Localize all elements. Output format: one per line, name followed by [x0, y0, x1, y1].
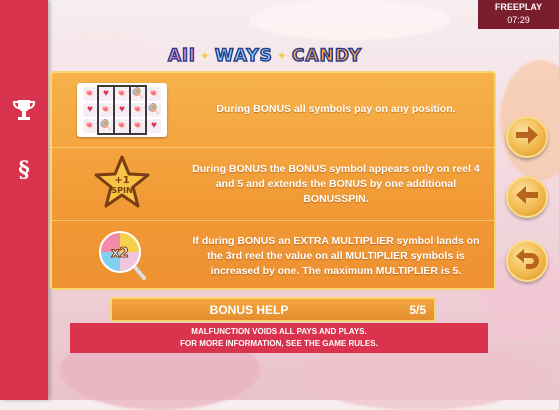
- reels-all-positions-icon: 🍬 ♥ 🍬 ♥ 🍬 🍭 🍬 ♥ 🍬 🍭 🍬 🍬 🍬 🍭 ♥: [77, 82, 167, 137]
- game-logo: All ✦ WAYS ✦ CANDY: [145, 44, 385, 68]
- rule-text: If during BONUS an EXTRA MULTIPLIER symb…: [192, 234, 480, 277]
- help-panel: 🍬 ♥ 🍬 ♥ 🍬 🍭 🍬 ♥ 🍬 🍭 🍬 🍬 🍬 🍭 ♥ During BONUS all sym…: [50, 71, 496, 290]
- multiplier-lollipop-icon: x2: [94, 226, 150, 287]
- star-icon: ✦: [199, 49, 211, 63]
- rule-text: During BONUS the BONUS symbol appears on…: [192, 162, 480, 205]
- return-button[interactable]: [506, 240, 548, 282]
- rule-text: During BONUS all symbols pay on any posi…: [216, 103, 456, 115]
- rule-row: x2 If during BONUS an EXTRA MULTIPLIER s…: [52, 220, 494, 291]
- help-page-bar: BONUS HELP 5/5: [110, 297, 436, 322]
- return-arrow-icon: [514, 247, 540, 276]
- trophy-button[interactable]: [0, 92, 48, 132]
- logo-word-3: CANDY: [291, 45, 363, 67]
- disclaimer-line-2: FOR MORE INFORMATION, SEE THE GAME RULES…: [180, 339, 378, 348]
- clock: 07:29: [507, 15, 530, 25]
- rules-section-button[interactable]: §: [0, 150, 48, 190]
- left-sidebar: §: [0, 0, 48, 400]
- bonus-spin-star-icon: +1 SPIN: [94, 155, 150, 214]
- page-indicator: 5/5: [409, 302, 426, 317]
- freeplay-info: FREEPLAY 07:29: [478, 0, 559, 29]
- help-title: BONUS HELP: [209, 302, 289, 317]
- logo-word-2: WAYS: [214, 45, 273, 67]
- logo-word-1: All: [167, 45, 196, 67]
- svg-text:x2: x2: [111, 246, 128, 261]
- next-page-button[interactable]: [506, 116, 548, 158]
- background-cloud: [250, 0, 450, 40]
- trophy-icon: [11, 97, 37, 128]
- disclaimer-line-1: MALFUNCTION VOIDS ALL PAYS AND PLAYS.: [191, 327, 367, 336]
- mode-label: FREEPLAY: [494, 2, 543, 12]
- section-icon: §: [18, 157, 30, 183]
- next-arrow-icon: [514, 124, 540, 151]
- previous-page-button[interactable]: [506, 176, 548, 218]
- rule-row: +1 SPIN During BONUS the BONUS symbol ap…: [52, 147, 494, 220]
- previous-arrow-icon: [514, 184, 540, 211]
- disclaimer: MALFUNCTION VOIDS ALL PAYS AND PLAYS. FO…: [70, 323, 488, 353]
- rule-row: 🍬 ♥ 🍬 ♥ 🍬 🍭 🍬 ♥ 🍬 🍭 🍬 🍬 🍬 🍭 ♥ During BONUS all sym…: [52, 73, 494, 146]
- svg-text:+1: +1: [114, 175, 129, 186]
- star-icon: ✦: [276, 49, 288, 63]
- svg-text:SPIN: SPIN: [111, 186, 132, 195]
